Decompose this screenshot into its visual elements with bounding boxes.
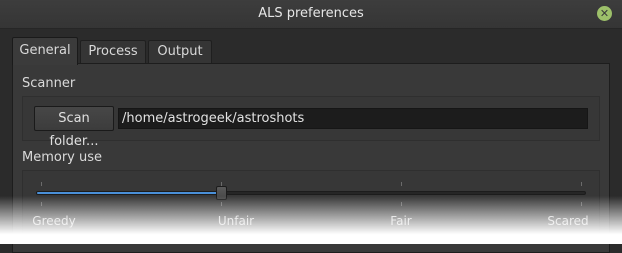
slider-tick <box>41 182 42 186</box>
slider-tick <box>401 202 402 206</box>
title-bar: ALS preferences ✕ <box>0 0 622 29</box>
tab-process[interactable]: Process <box>80 40 146 64</box>
tick-label-scared: Scared <box>547 214 589 228</box>
slider-tick <box>41 202 42 206</box>
scan-path-field[interactable]: /home/astrogeek/astroshots <box>118 108 588 129</box>
tick-label-greedy: Greedy <box>32 214 76 228</box>
memory-group <box>22 170 600 240</box>
slider-tick <box>581 182 582 186</box>
memory-slider[interactable] <box>36 186 586 200</box>
scan-folder-button[interactable]: Scan folder... <box>34 106 114 149</box>
slider-tick <box>581 202 582 206</box>
scanner-section-label: Scanner <box>22 76 76 91</box>
window-title: ALS preferences <box>258 6 364 21</box>
tab-output[interactable]: Output <box>148 40 212 64</box>
close-icon[interactable]: ✕ <box>597 6 612 21</box>
tick-label-fair: Fair <box>390 214 412 228</box>
memory-section-label: Memory use <box>22 150 103 165</box>
slider-tick <box>401 182 402 186</box>
memory-slider-fill <box>37 192 222 194</box>
tab-general[interactable]: General <box>12 37 78 65</box>
tick-label-unfair: Unfair <box>217 214 255 228</box>
memory-slider-handle[interactable] <box>216 186 228 200</box>
slider-tick <box>221 202 222 206</box>
